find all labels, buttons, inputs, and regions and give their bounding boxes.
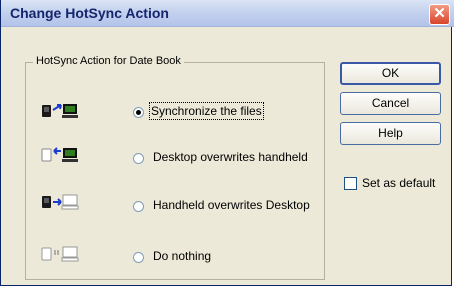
desktop-to-handheld-icon (41, 147, 78, 162)
option-label-desktop-overwrites[interactable]: Desktop overwrites handheld (153, 150, 308, 164)
cancel-button[interactable]: Cancel (340, 92, 441, 115)
radio-do-nothing[interactable] (133, 252, 144, 263)
radio-handheld-overwrites[interactable] (133, 201, 144, 212)
group-label: HotSync Action for Date Book (33, 55, 184, 67)
sync-both-icon (42, 104, 78, 118)
option-label-do-nothing[interactable]: Do nothing (153, 249, 211, 263)
radio-synchronize[interactable] (133, 107, 144, 118)
ok-button[interactable]: OK (340, 62, 441, 85)
help-button[interactable]: Help (340, 122, 441, 145)
handheld-to-desktop-icon (42, 194, 79, 210)
do-nothing-icon (41, 246, 79, 262)
window-title: Change HotSync Action (10, 5, 169, 21)
set-default-label[interactable]: Set as default (362, 176, 435, 190)
title-bar[interactable]: Change HotSync Action ✕ (1, 0, 454, 27)
option-label-handheld-overwrites[interactable]: Handheld overwrites Desktop (153, 198, 310, 212)
set-default-checkbox[interactable] (344, 177, 357, 190)
close-button[interactable]: ✕ (429, 4, 450, 25)
close-icon: ✕ (433, 5, 446, 22)
dialog-window: Change HotSync Action ✕ HotSync Action f… (0, 0, 454, 286)
radio-desktop-overwrites[interactable] (133, 153, 144, 164)
option-label-synchronize[interactable]: Synchronize the files (149, 102, 264, 120)
